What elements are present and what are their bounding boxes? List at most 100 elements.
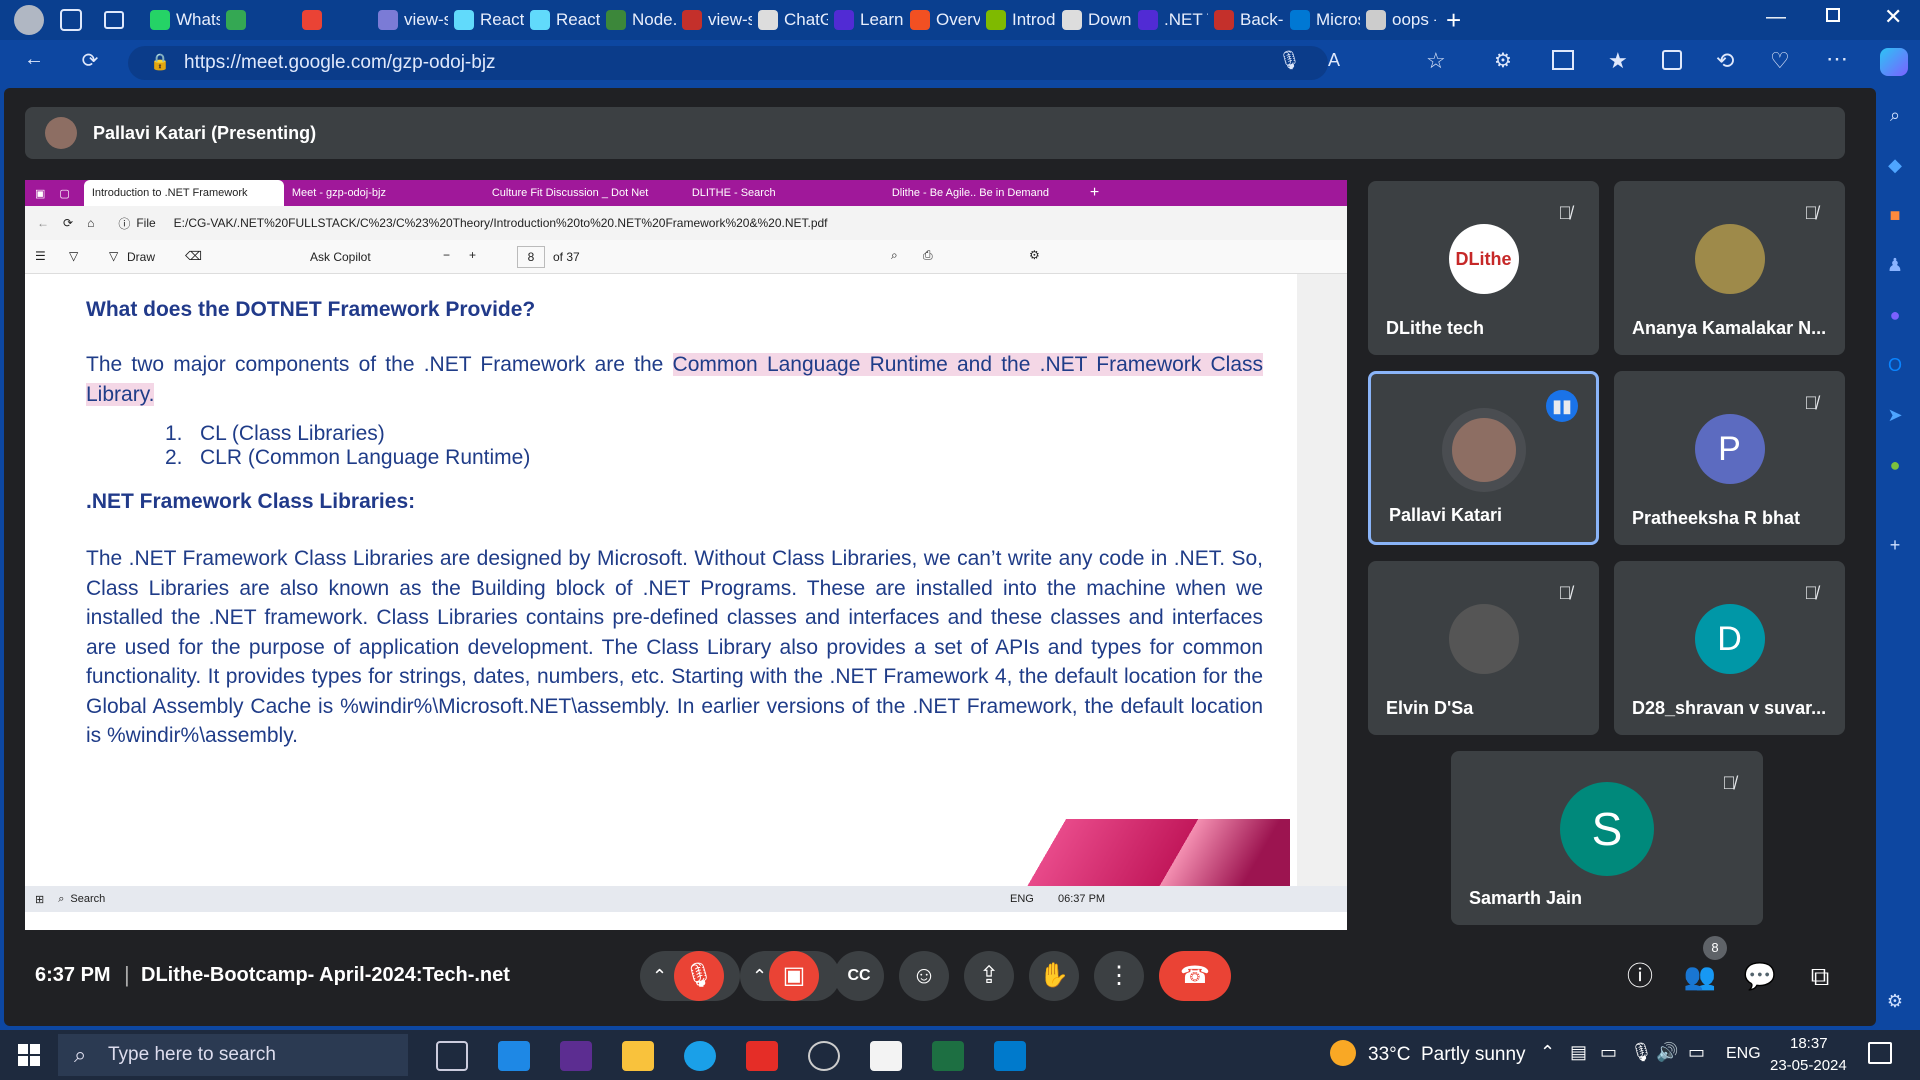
close-window-button[interactable]: ✕: [1884, 4, 1902, 30]
edge-icon[interactable]: [684, 1041, 716, 1071]
sidebar-game-icon[interactable]: ●: [1880, 450, 1910, 480]
media-player-icon[interactable]: [808, 1041, 840, 1071]
tray-date[interactable]: 23-05-2024: [1770, 1057, 1847, 1074]
tray-mic-icon[interactable]: 🎙: [1630, 1042, 1653, 1063]
browser-tab[interactable]: Downlo: [1056, 0, 1132, 40]
browser-tab[interactable]: .NET Tu: [1132, 0, 1208, 40]
mic-icon[interactable]: 🎙: [1278, 50, 1301, 71]
meeting-title: DLithe-Bootcamp- April-2024:Tech-.net: [141, 964, 510, 986]
notifications-icon[interactable]: [1868, 1042, 1892, 1064]
browser-tab[interactable]: Introdu: [980, 0, 1056, 40]
participant-tile[interactable]: 🎙̸ D D28_shravan v suvar...: [1614, 561, 1845, 735]
mic-toggle-button[interactable]: 🎙: [674, 951, 724, 1001]
browser-tab-label: React: [556, 10, 600, 29]
visual-studio-app-icon[interactable]: [560, 1041, 592, 1071]
captions-button[interactable]: CC: [834, 951, 884, 1001]
browser-tab[interactable]: Overvie: [904, 0, 980, 40]
favorites-icon[interactable]: ★: [1608, 48, 1628, 74]
participant-tile[interactable]: 🎙̸ S Samarth Jain: [1451, 751, 1763, 925]
browser-tab[interactable]: Node.js: [600, 0, 676, 40]
browser-tab[interactable]: [296, 0, 372, 40]
back-arrow-icon[interactable]: ←: [20, 48, 48, 71]
performance-icon[interactable]: ♡: [1770, 48, 1790, 74]
browser-tab[interactable]: React: [524, 0, 600, 40]
sidebar-send-icon[interactable]: ➤: [1880, 400, 1910, 430]
participant-tile[interactable]: 🎙̸ Elvin D'Sa: [1368, 561, 1599, 735]
browser-tab[interactable]: Learn b: [828, 0, 904, 40]
extensions-icon[interactable]: ⚙: [1494, 48, 1512, 73]
browser-tab[interactable]: oops -: [1360, 0, 1436, 40]
sidebar-settings-icon[interactable]: ⚙: [1880, 986, 1910, 1016]
weather-text[interactable]: 33°C Partly sunny: [1368, 1044, 1526, 1066]
tray-language[interactable]: ENG: [1726, 1045, 1761, 1063]
mail-icon[interactable]: [498, 1041, 530, 1071]
tray-display-icon[interactable]: ▭: [1688, 1042, 1705, 1063]
leave-call-button[interactable]: ☎: [1159, 951, 1231, 1001]
new-tab-button[interactable]: +: [1446, 5, 1461, 36]
split-screen-icon[interactable]: [1552, 50, 1574, 70]
youtube-icon[interactable]: [746, 1041, 778, 1071]
browser-tab[interactable]: view-so: [372, 0, 448, 40]
read-aloud-icon[interactable]: A: [1328, 50, 1340, 71]
tray-battery-icon[interactable]: ▭: [1600, 1042, 1617, 1063]
excel-icon[interactable]: [932, 1041, 964, 1071]
browser-tab-label: Microso: [1316, 10, 1360, 29]
restore-button[interactable]: [1826, 8, 1840, 22]
emoji-button[interactable]: ☺: [899, 951, 949, 1001]
browser-tab[interactable]: ChatGP: [752, 0, 828, 40]
chat-icon[interactable]: 💬: [1740, 956, 1780, 996]
workspaces-icon[interactable]: [60, 9, 82, 31]
sidebar-copilot-icon[interactable]: ●: [1880, 300, 1910, 330]
profile-avatar[interactable]: [14, 5, 44, 35]
collections-icon[interactable]: [1662, 50, 1682, 70]
tab-favicon-icon: [682, 10, 702, 30]
browser-tab[interactable]: view-so: [676, 0, 752, 40]
task-view-icon[interactable]: [436, 1041, 468, 1071]
more-menu-icon[interactable]: ⋯: [1826, 46, 1848, 72]
taskbar-search-box[interactable]: ⌕ Type here to search: [58, 1034, 408, 1076]
browser-tab[interactable]: React A: [448, 0, 524, 40]
participant-tile-active[interactable]: ▮▮ Pallavi Katari: [1368, 371, 1599, 545]
mic-muted-icon: 🎙̸: [1804, 203, 1818, 223]
sidebar-tools-icon[interactable]: ■: [1880, 200, 1910, 230]
file-explorer-icon[interactable]: [622, 1041, 654, 1071]
minimize-button[interactable]: —: [1766, 6, 1786, 29]
participant-tile[interactable]: 🎙̸ P Pratheeksha R bhat: [1614, 371, 1845, 545]
refresh-icon[interactable]: ⟳: [76, 48, 104, 73]
favorite-star-icon[interactable]: ☆: [1426, 48, 1446, 74]
browser-tab[interactable]: Back-er: [1208, 0, 1284, 40]
tray-network-icon[interactable]: ▤: [1570, 1042, 1587, 1063]
windows-start-icon[interactable]: [18, 1044, 40, 1066]
address-field[interactable]: 🔒 https://meet.google.com/gzp-odoj-bjz: [128, 46, 1328, 80]
browser-tab[interactable]: [220, 0, 296, 40]
tray-clock[interactable]: 18:37: [1790, 1035, 1828, 1052]
people-icon[interactable]: 👥: [1680, 956, 1720, 996]
activities-icon[interactable]: ⧉: [1800, 956, 1840, 996]
tab-favicon-icon: [378, 10, 398, 30]
sidebar-outlook-icon[interactable]: O: [1880, 350, 1910, 380]
inner-file-label: File: [136, 216, 156, 230]
meeting-info-icon[interactable]: ⓘ: [1620, 956, 1660, 996]
browser-tab[interactable]: Microso: [1284, 0, 1360, 40]
sidebar-add-icon[interactable]: +: [1880, 530, 1910, 560]
mic-muted-icon: 🎙̸: [1558, 203, 1572, 223]
sidebar-search-icon[interactable]: ⌕: [1880, 100, 1910, 130]
vscode-icon[interactable]: [994, 1041, 1026, 1071]
camera-toggle-button[interactable]: ▣: [769, 951, 819, 1001]
tab-actions-icon[interactable]: [104, 11, 124, 29]
copilot-icon[interactable]: [1880, 48, 1908, 76]
history-icon[interactable]: ⟲: [1716, 48, 1734, 74]
more-options-button[interactable]: ⋮: [1094, 951, 1144, 1001]
raise-hand-button[interactable]: ✋: [1029, 951, 1079, 1001]
sidebar-people-icon[interactable]: ♟: [1880, 250, 1910, 280]
browser-tab[interactable]: WhatsA: [144, 0, 220, 40]
tray-volume-icon[interactable]: 🔊: [1656, 1042, 1678, 1063]
sidebar-tag-icon[interactable]: ◆: [1880, 150, 1910, 180]
present-button[interactable]: ⇪: [964, 951, 1014, 1001]
participant-tile[interactable]: 🎙̸ Ananya Kamalakar N...: [1614, 181, 1845, 355]
tray-chevron-icon[interactable]: ⌃: [1540, 1042, 1555, 1063]
participant-tile[interactable]: 🎙̸ DLithe DLithe tech: [1368, 181, 1599, 355]
inner-tab-bar: ▣ ▢ Introduction to .NET Framework Meet …: [25, 180, 1347, 206]
store-icon[interactable]: [870, 1041, 902, 1071]
weather-icon[interactable]: [1330, 1040, 1356, 1066]
